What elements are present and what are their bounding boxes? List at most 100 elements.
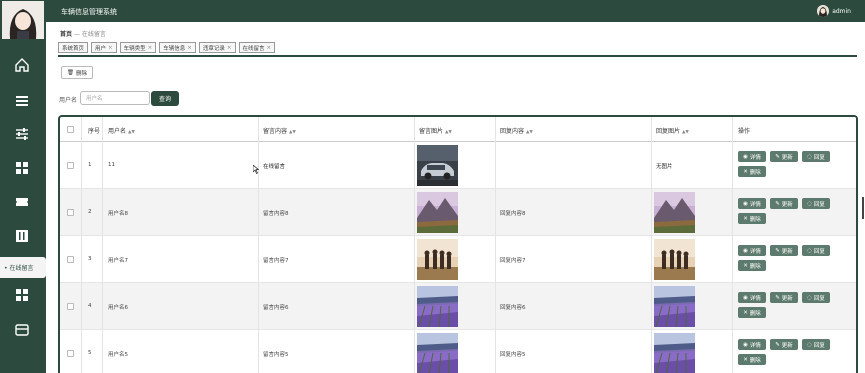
sidebar-item-online-message[interactable]: • 在线留言 bbox=[0, 257, 46, 278]
delete-button[interactable]: ✕ 删除 bbox=[738, 260, 766, 271]
column-actions: 操作 bbox=[738, 128, 751, 135]
close-icon: ✕ bbox=[743, 262, 748, 269]
detail-label: 详情 bbox=[749, 201, 761, 208]
close-icon[interactable]: × bbox=[227, 45, 232, 51]
reply-label: 回复 bbox=[813, 154, 825, 161]
delete-button[interactable]: ✕ 删除 bbox=[738, 213, 766, 224]
tab-label: 车辆类型 bbox=[123, 45, 146, 52]
reply-label: 回复 bbox=[813, 201, 825, 208]
username-search-input[interactable]: 用户名 bbox=[80, 91, 150, 105]
row-index: 4 bbox=[88, 303, 92, 309]
home-icon[interactable] bbox=[13, 56, 31, 74]
reply-image[interactable] bbox=[654, 192, 695, 233]
sidebar: • 在线留言 bbox=[0, 0, 46, 373]
reply-button[interactable]: ◌ 回复 bbox=[802, 292, 830, 303]
close-icon[interactable]: × bbox=[108, 45, 113, 51]
update-button[interactable]: ✎ 更新 bbox=[770, 339, 798, 350]
reply-icon: ◌ bbox=[807, 153, 812, 160]
row-reply: 回复内容7 bbox=[500, 258, 526, 264]
reply-icon: ◌ bbox=[807, 341, 812, 348]
row-checkbox[interactable] bbox=[67, 303, 74, 310]
grid-icon[interactable] bbox=[13, 159, 31, 177]
tab-label: 用户 bbox=[95, 45, 107, 52]
user-avatar[interactable] bbox=[817, 5, 829, 17]
delete-button[interactable]: ✕ 删除 bbox=[738, 354, 766, 365]
update-button[interactable]: ✎ 更新 bbox=[770, 245, 798, 256]
delete-button[interactable]: ✕ 删除 bbox=[738, 307, 766, 318]
close-icon[interactable]: × bbox=[267, 45, 272, 51]
reply-button[interactable]: ◌ 回复 bbox=[802, 339, 830, 350]
row-reply: 回复内容8 bbox=[500, 211, 526, 217]
list-icon[interactable] bbox=[13, 92, 31, 110]
card-icon[interactable] bbox=[13, 321, 31, 339]
table-row: 2 用户名8 留言内容8 回复内容8 ◉ 详情 ✎ 更新 ◌ 回复 ✕ 删除 bbox=[60, 189, 856, 236]
message-image[interactable] bbox=[417, 333, 458, 373]
tab-vehicle-info[interactable]: 车辆信息 × bbox=[159, 42, 196, 53]
update-button[interactable]: ✎ 更新 bbox=[770, 292, 798, 303]
tab-label: 违章记录 bbox=[202, 45, 225, 52]
reply-image[interactable] bbox=[654, 286, 695, 327]
grid-icon[interactable] bbox=[13, 286, 31, 304]
breadcrumb-home[interactable]: 首页 bbox=[60, 31, 72, 38]
close-icon: ✕ bbox=[743, 215, 748, 222]
row-checkbox[interactable] bbox=[67, 209, 74, 216]
search-button[interactable]: 查询 bbox=[151, 91, 179, 106]
tab-vehicle-type[interactable]: 车辆类型 × bbox=[119, 42, 157, 53]
sort-icon: ▲▼ bbox=[127, 130, 135, 135]
user-name[interactable]: admin bbox=[832, 8, 851, 15]
table-row: 4 用户名6 留言内容6 回复内容6 ◉ 详情 ✎ 更新 ◌ 回复 ✕ 删除 bbox=[60, 283, 856, 330]
row-checkbox[interactable] bbox=[67, 350, 74, 357]
reply-button[interactable]: ◌ 回复 bbox=[802, 245, 830, 256]
tab-home[interactable]: 系统首页 bbox=[58, 42, 89, 53]
delete-label: 删除 bbox=[749, 310, 761, 317]
column-username[interactable]: 用户名 ▲▼ bbox=[108, 126, 135, 135]
tab-violation-records[interactable]: 违章记录 × bbox=[198, 42, 236, 53]
select-all-checkbox[interactable] bbox=[67, 126, 74, 133]
detail-label: 详情 bbox=[749, 154, 761, 161]
update-button[interactable]: ✎ 更新 bbox=[770, 151, 798, 162]
row-content: 留言内容8 bbox=[263, 211, 289, 217]
reply-icon: ◌ bbox=[807, 247, 812, 254]
column-reply-image[interactable]: 回复图片 ▲▼ bbox=[656, 126, 689, 135]
delete-label: 删除 bbox=[749, 263, 761, 270]
delete-button[interactable]: ✕ 删除 bbox=[738, 166, 766, 177]
column-reply[interactable]: 回复内容 ▲▼ bbox=[500, 126, 533, 135]
close-icon[interactable]: × bbox=[148, 45, 153, 51]
book-icon[interactable] bbox=[13, 227, 31, 245]
detail-button[interactable]: ◉ 详情 bbox=[738, 198, 766, 209]
close-icon: ✕ bbox=[743, 309, 748, 316]
detail-button[interactable]: ◉ 详情 bbox=[738, 245, 766, 256]
tab-online-message[interactable]: 在线留言 × bbox=[238, 42, 276, 53]
top-header: 车辆信息管理系统 admin bbox=[46, 0, 865, 22]
row-content: 留言内容5 bbox=[263, 352, 289, 358]
reply-image[interactable] bbox=[654, 333, 695, 373]
ticket-icon[interactable] bbox=[13, 193, 31, 211]
batch-delete-button[interactable]: 🗑 删除 bbox=[61, 66, 93, 79]
row-checkbox[interactable] bbox=[67, 256, 74, 263]
close-icon: ✕ bbox=[743, 168, 748, 175]
close-icon[interactable]: × bbox=[187, 45, 192, 51]
reply-image[interactable] bbox=[654, 239, 695, 280]
update-button[interactable]: ✎ 更新 bbox=[770, 198, 798, 209]
breadcrumb: 首页 — 在线留言 bbox=[60, 29, 106, 38]
row-index: 1 bbox=[88, 162, 92, 168]
message-image[interactable] bbox=[417, 239, 458, 280]
detail-button[interactable]: ◉ 详情 bbox=[738, 339, 766, 350]
detail-button[interactable]: ◉ 详情 bbox=[738, 292, 766, 303]
search-label: 用户名 bbox=[59, 97, 78, 104]
message-image[interactable] bbox=[417, 145, 458, 186]
tab-user[interactable]: 用户 × bbox=[91, 42, 117, 53]
eye-icon: ◉ bbox=[743, 153, 748, 160]
column-content[interactable]: 留言内容 ▲▼ bbox=[263, 126, 296, 135]
column-image[interactable]: 留言图片 ▲▼ bbox=[419, 126, 452, 135]
sliders-icon[interactable] bbox=[13, 125, 31, 143]
row-index: 5 bbox=[88, 350, 92, 356]
scrollbar[interactable] bbox=[862, 197, 864, 219]
message-image[interactable] bbox=[417, 286, 458, 327]
reply-button[interactable]: ◌ 回复 bbox=[802, 151, 830, 162]
reply-button[interactable]: ◌ 回复 bbox=[802, 198, 830, 209]
detail-label: 详情 bbox=[749, 295, 761, 302]
message-image[interactable] bbox=[417, 192, 458, 233]
row-checkbox[interactable] bbox=[67, 162, 74, 169]
detail-button[interactable]: ◉ 详情 bbox=[738, 151, 766, 162]
